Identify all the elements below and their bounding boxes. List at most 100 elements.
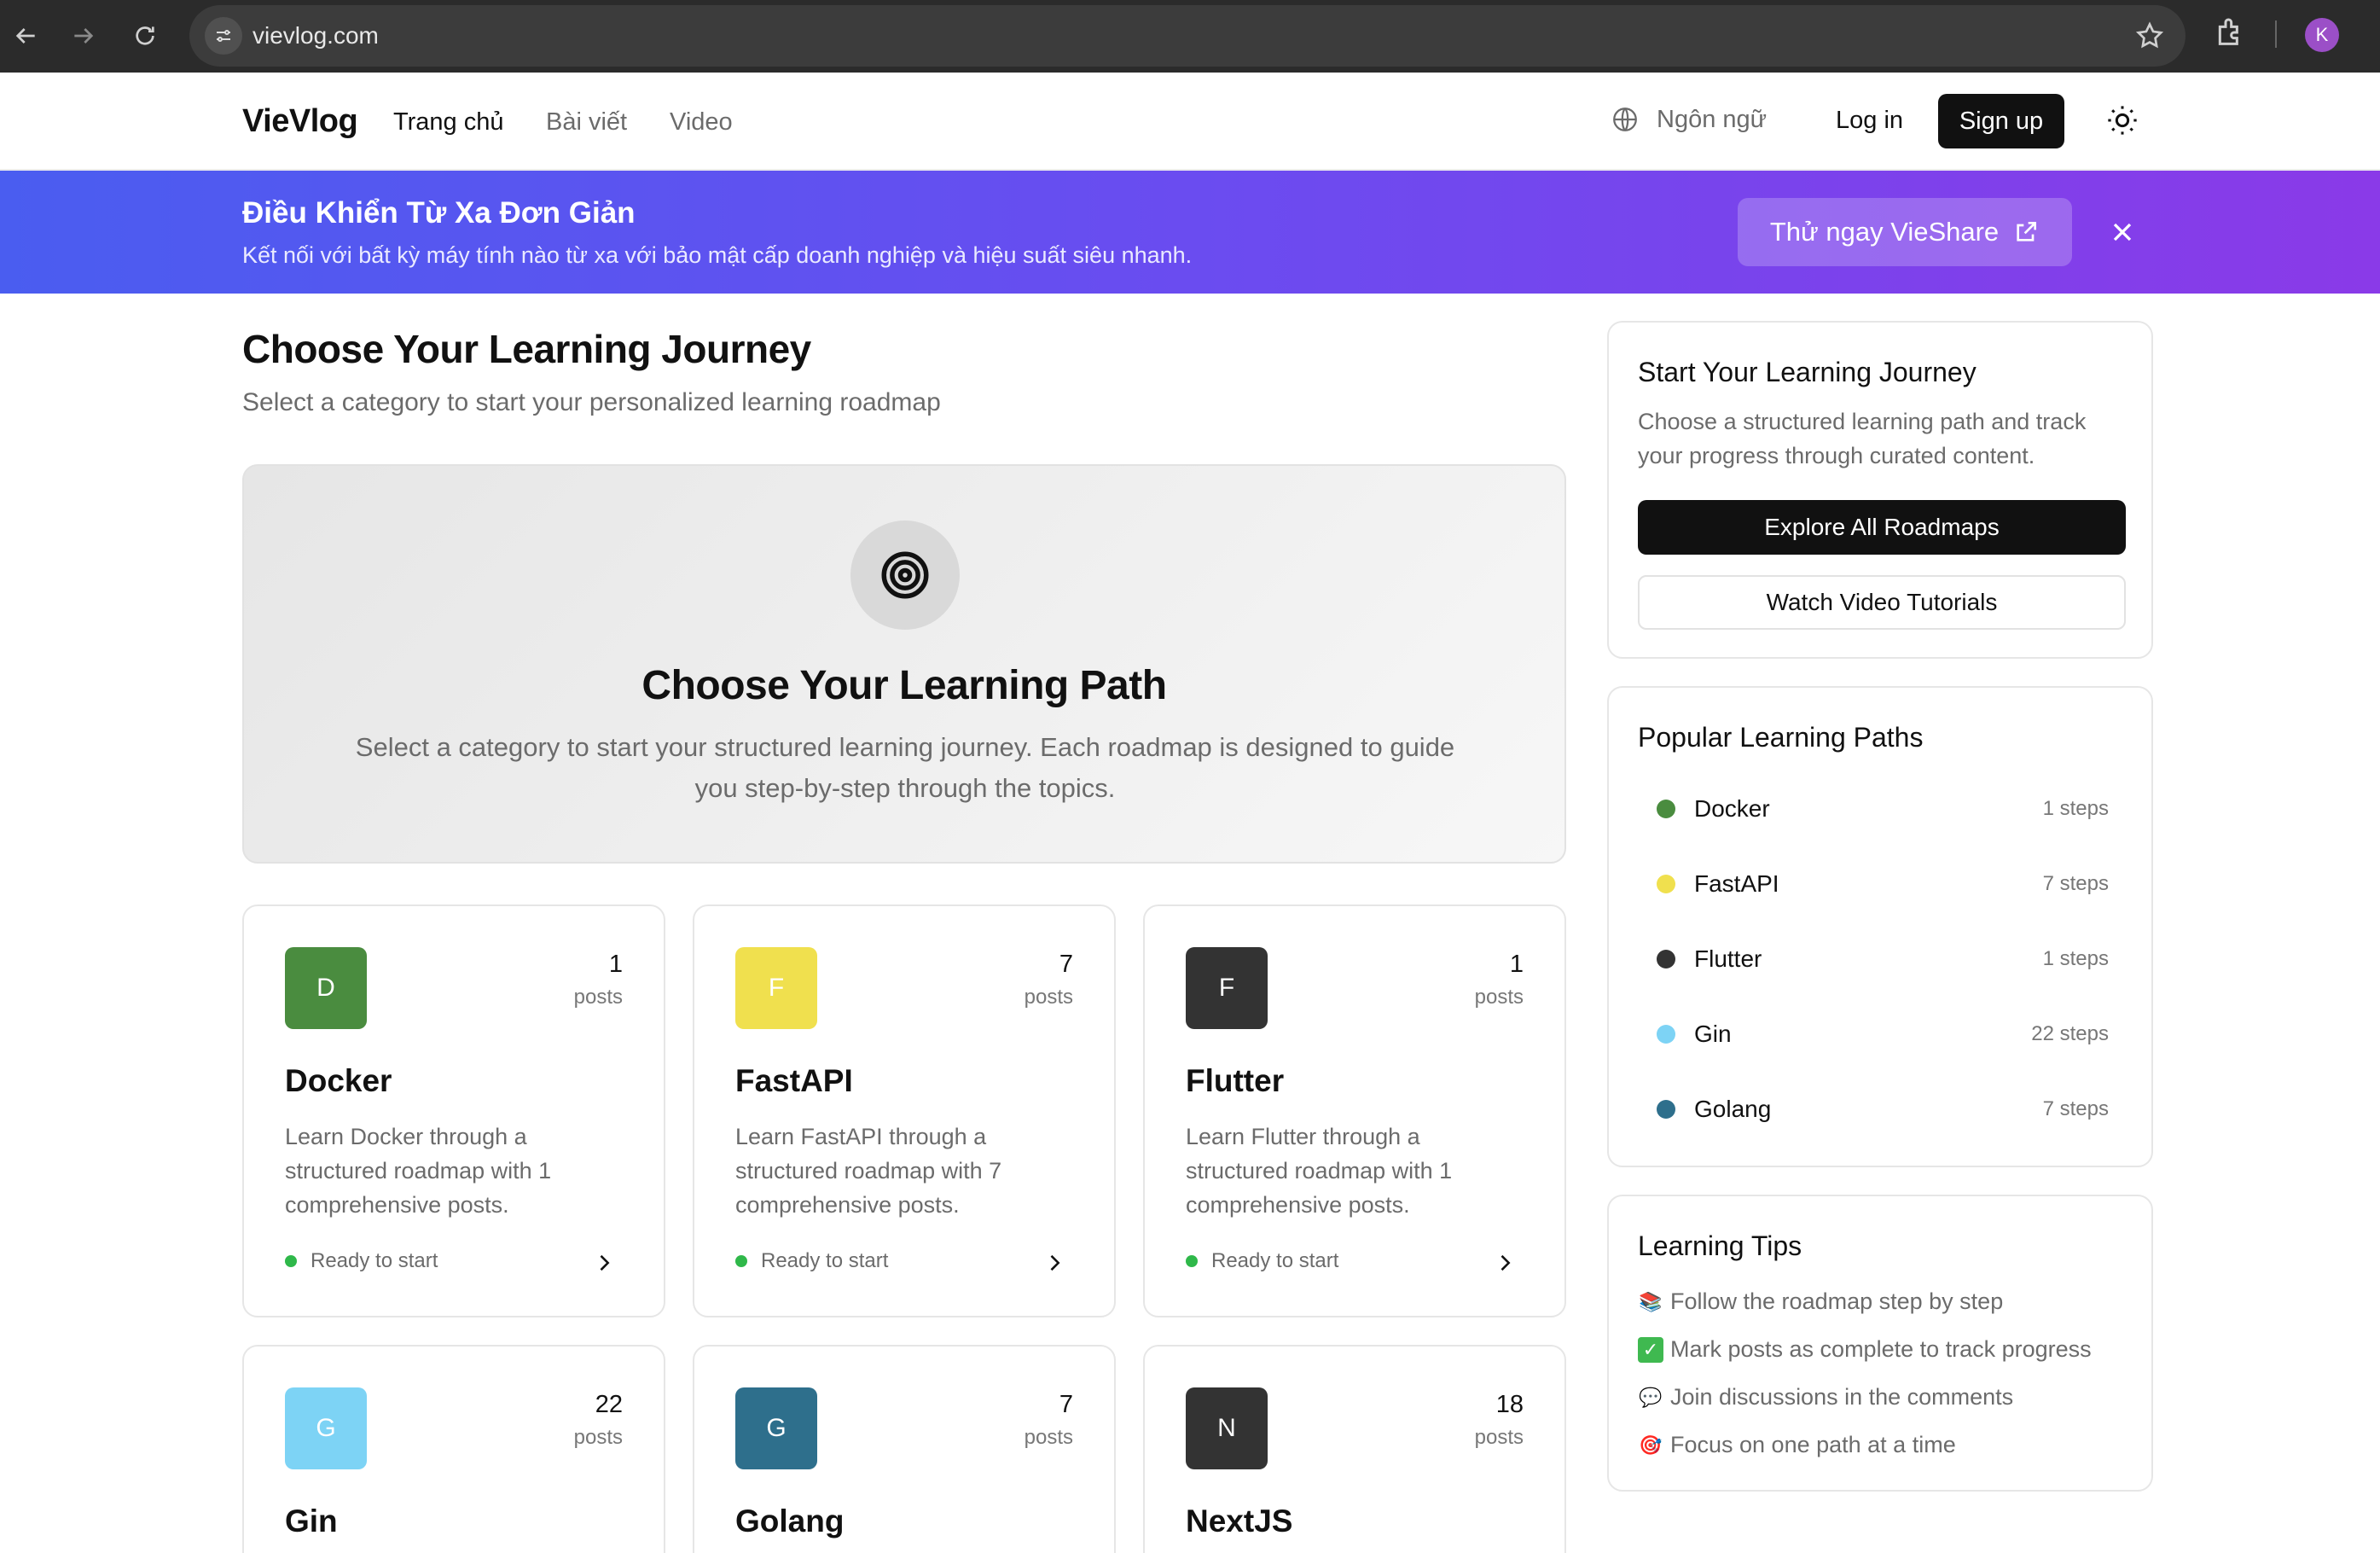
post-count: 1 posts <box>574 951 623 1009</box>
category-description: Learn FastAPI through a structured roadm… <box>735 1124 1002 1218</box>
path-steps: 1 steps <box>2042 797 2109 820</box>
back-icon[interactable] <box>0 10 51 61</box>
category-name: NextJS <box>1186 1504 1293 1538</box>
url-text[interactable]: vievlog.com <box>253 22 379 49</box>
language-label: Ngôn ngữ <box>1657 105 1768 133</box>
page-title: Choose Your Learning Journey <box>242 327 811 371</box>
banner-cta-button[interactable]: Thử ngay VieShare <box>1738 198 2072 266</box>
popular-paths-card: Popular Learning Paths Docker 1 steps Fa… <box>1607 686 2153 1167</box>
path-steps: 22 steps <box>2031 1022 2109 1045</box>
page-subtitle: Select a category to start your personal… <box>242 388 941 416</box>
status-indicator: Ready to start <box>735 1249 888 1273</box>
post-count-label: posts <box>1024 1426 1073 1449</box>
path-name: Gin <box>1694 1021 1732 1047</box>
watch-tutorials-button[interactable]: Watch Video Tutorials <box>1638 575 2126 630</box>
category-card-docker[interactable]: D 1 posts Docker Learn Docker through a … <box>242 904 665 1317</box>
profile-avatar[interactable]: K <box>2305 18 2339 52</box>
post-count-label: posts <box>1024 986 1073 1009</box>
site-settings-icon[interactable] <box>205 17 242 55</box>
post-count-number: 18 <box>1495 1391 1524 1418</box>
globe-icon <box>1613 108 1637 131</box>
path-dot <box>1657 950 1675 968</box>
category-badge: D <box>285 947 367 1029</box>
chevron-right-icon[interactable] <box>1042 1251 1066 1275</box>
category-card-flutter[interactable]: F 1 posts Flutter Learn Flutter through … <box>1143 904 1566 1317</box>
status-dot <box>285 1255 297 1267</box>
category-card-fastapi[interactable]: F 7 posts FastAPI Learn FastAPI through … <box>693 904 1116 1317</box>
checkmark-icon: ✓ <box>1638 1336 1663 1363</box>
target-icon <box>850 521 960 630</box>
post-count-label: posts <box>573 986 623 1009</box>
path-name: FastAPI <box>1694 870 1779 897</box>
post-count: 7 posts <box>1025 951 1073 1009</box>
close-icon[interactable] <box>2107 217 2138 247</box>
tips-title: Learning Tips <box>1638 1230 1802 1261</box>
path-item-docker[interactable]: Docker 1 steps <box>1657 792 2109 826</box>
language-selector[interactable]: Ngôn ngữ <box>1611 105 1767 134</box>
category-description: Learn Docker through a structured roadma… <box>285 1124 552 1218</box>
signup-button[interactable]: Sign up <box>1938 94 2064 148</box>
toolbar-divider <box>2275 20 2277 48</box>
tip-text: Mark posts as complete to track progress <box>1670 1336 2092 1362</box>
path-item-gin[interactable]: Gin 22 steps <box>1657 1017 2109 1051</box>
journey-card: Start Your Learning Journey Choose a str… <box>1607 321 2153 659</box>
site-header: VieVlog Trang chủ Bài viết Video Ngôn ng… <box>0 73 2380 171</box>
category-card-nextjs[interactable]: N 18 posts NextJS <box>1143 1345 1566 1553</box>
post-count: 18 posts <box>1475 1391 1524 1450</box>
journey-text: Choose a structured learning path and tr… <box>1638 409 2087 468</box>
speech-bubble-icon: 💬 <box>1639 1386 1663 1408</box>
path-steps: 7 steps <box>2042 1097 2109 1120</box>
path-steps: 7 steps <box>2042 872 2109 895</box>
status-text: Ready to start <box>311 1249 438 1272</box>
banner-subtitle: Kết nối với bất kỳ máy tính nào từ xa vớ… <box>242 242 1193 268</box>
explore-roadmaps-button[interactable]: Explore All Roadmaps <box>1638 500 2126 555</box>
tip-item: 🎯 Focus on one path at a time <box>1638 1432 1956 1458</box>
tip-text: Focus on one path at a time <box>1670 1432 1956 1457</box>
nav-home[interactable]: Trang chủ <box>393 108 504 137</box>
browser-toolbar: vievlog.com K <box>0 0 2380 73</box>
chevron-right-icon[interactable] <box>1493 1251 1517 1275</box>
nav-video[interactable]: Video <box>670 108 733 137</box>
category-name: Golang <box>735 1504 845 1538</box>
hero-description: Select a category to start your structur… <box>355 732 1455 803</box>
hero-title: Choose Your Learning Path <box>641 663 1167 708</box>
chevron-right-icon[interactable] <box>592 1251 616 1275</box>
category-card-golang[interactable]: G 7 posts Golang <box>693 1345 1116 1553</box>
promo-banner: Điều Khiển Từ Xa Đơn Giản Kết nối với bấ… <box>0 171 2380 294</box>
path-item-fastapi[interactable]: FastAPI 7 steps <box>1657 867 2109 901</box>
category-card-gin[interactable]: G 22 posts Gin <box>242 1345 665 1553</box>
nav-posts[interactable]: Bài viết <box>546 108 627 137</box>
category-name: Flutter <box>1186 1063 1285 1098</box>
hero-panel: Choose Your Learning Path Select a categ… <box>242 464 1566 864</box>
login-link[interactable]: Log in <box>1836 107 1903 135</box>
banner-cta-label: Thử ngay VieShare <box>1769 217 2000 247</box>
post-count-number: 22 <box>595 1391 623 1418</box>
category-badge: F <box>735 947 817 1029</box>
address-bar[interactable]: vievlog.com <box>189 5 2186 67</box>
tip-item: 💬 Join discussions in the comments <box>1638 1384 2013 1410</box>
path-dot <box>1657 800 1675 818</box>
forward-icon[interactable] <box>58 10 109 61</box>
path-dot <box>1657 1025 1675 1044</box>
target-icon: 🎯 <box>1639 1434 1663 1456</box>
external-link-icon <box>2017 222 2037 241</box>
category-name: FastAPI <box>735 1063 853 1098</box>
extensions-icon[interactable] <box>2213 15 2247 49</box>
tip-text: Follow the roadmap step by step <box>1670 1288 2004 1314</box>
post-count: 22 posts <box>574 1391 623 1450</box>
post-count-number: 1 <box>1509 951 1524 978</box>
path-item-golang[interactable]: Golang 7 steps <box>1657 1092 2109 1126</box>
category-name: Docker <box>285 1063 392 1098</box>
status-text: Ready to start <box>1211 1249 1339 1272</box>
post-count-number: 7 <box>1059 951 1073 978</box>
bookmark-star-icon[interactable] <box>2134 20 2165 51</box>
category-description: Learn Flutter through a structured roadm… <box>1186 1124 1453 1218</box>
site-logo[interactable]: VieVlog <box>242 103 358 140</box>
status-dot <box>1186 1255 1198 1267</box>
post-count: 7 posts <box>1025 1391 1073 1450</box>
reload-icon[interactable] <box>119 10 171 61</box>
category-badge: F <box>1186 947 1268 1029</box>
learning-tips-card: Learning Tips 📚 Follow the roadmap step … <box>1607 1195 2153 1492</box>
sun-icon[interactable] <box>2105 103 2139 137</box>
path-item-flutter[interactable]: Flutter 1 steps <box>1657 942 2109 976</box>
